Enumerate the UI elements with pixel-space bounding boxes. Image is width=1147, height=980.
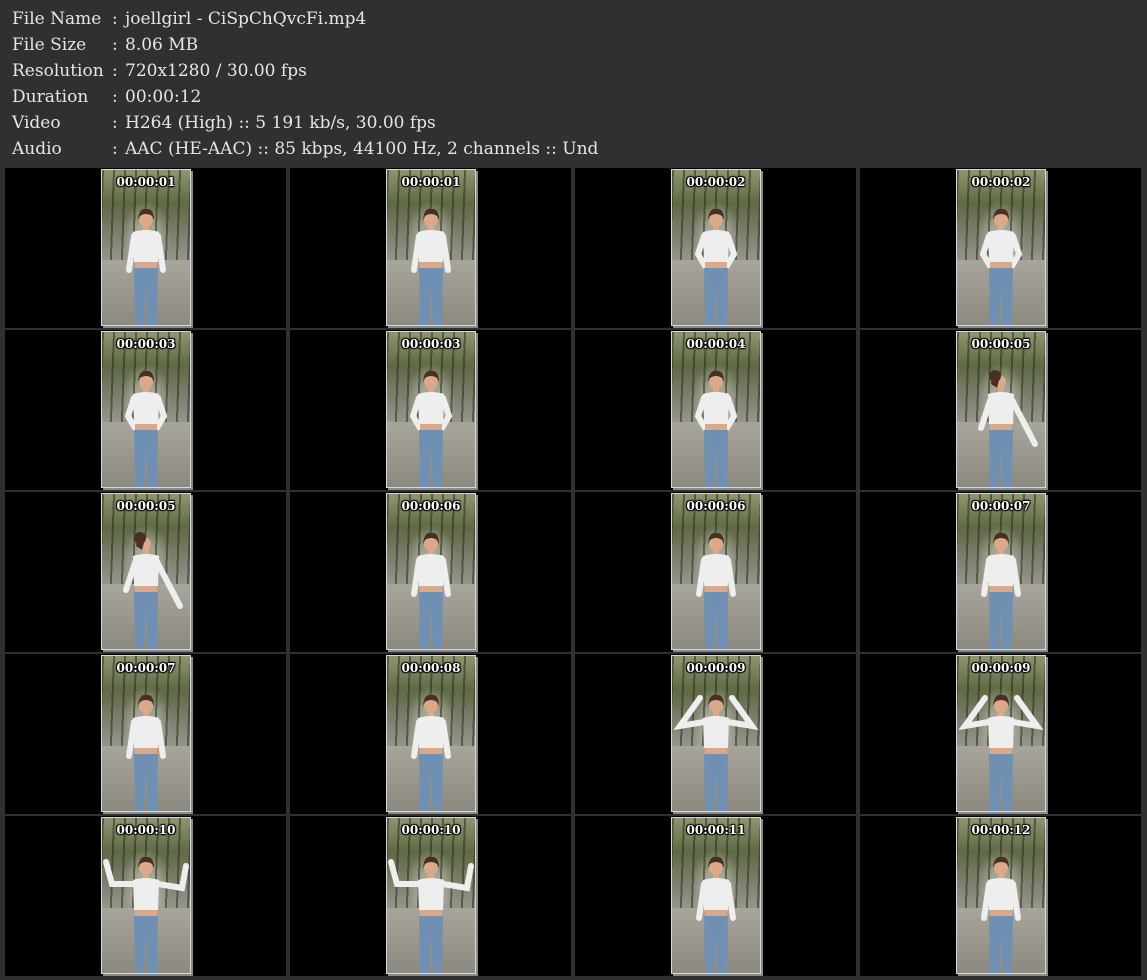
frame-timestamp: 00:00:10: [401, 823, 461, 837]
thumbnail-frame[interactable]: 00:00:04: [671, 331, 761, 488]
info-row: Video: H264 (High) :: 5 191 kb/s, 30.00 f…: [12, 110, 598, 136]
thumbnail-frame[interactable]: 00:00:07: [956, 493, 1046, 650]
info-row: Duration:00:00:12: [12, 84, 598, 110]
info-value: 00:00:12: [125, 87, 202, 107]
frame-timestamp: 00:00:01: [116, 175, 176, 189]
thumbnail-frame[interactable]: 00:00:01: [386, 169, 476, 326]
info-value: 8.06 MB: [125, 35, 199, 55]
thumbnail-frame[interactable]: 00:00:03: [101, 331, 191, 488]
frame-timestamp: 00:00:03: [116, 337, 176, 351]
thumbnail-cell: 00:00:08: [290, 654, 571, 814]
info-row: Audio: AAC (HE-AAC) :: 85 kbps, 44100 Hz,…: [12, 136, 598, 162]
thumbnail-cell: 00:00:02: [860, 168, 1141, 328]
frame-timestamp: 00:00:02: [971, 175, 1031, 189]
thumbnail-cell: 00:00:05: [860, 330, 1141, 490]
thumbnail-frame[interactable]: 00:00:09: [956, 655, 1046, 812]
frame-timestamp: 00:00:07: [971, 499, 1031, 513]
thumbnail-cell: 00:00:11: [575, 816, 856, 976]
info-key: File Size: [12, 35, 87, 55]
frame-timestamp: 00:00:05: [971, 337, 1031, 351]
info-row: Resolution:720x1280 / 30.00 fps: [12, 58, 598, 84]
thumbnail-cell: 00:00:07: [5, 654, 286, 814]
thumbnail-frame[interactable]: 00:00:06: [386, 493, 476, 650]
frame-timestamp: 00:00:01: [401, 175, 461, 189]
thumbnail-cell: 00:00:01: [5, 168, 286, 328]
info-row: File Size:8.06 MB: [12, 32, 598, 58]
thumbnail-cell: 00:00:03: [5, 330, 286, 490]
info-sep: :: [112, 139, 118, 159]
frame-timestamp: 00:00:06: [401, 499, 461, 513]
info-value: AAC (HE-AAC) :: 85 kbps, 44100 Hz, 2 cha…: [125, 139, 599, 159]
info-sep: :: [112, 87, 118, 107]
thumbnail-frame[interactable]: 00:00:05: [101, 493, 191, 650]
frame-timestamp: 00:00:09: [686, 661, 746, 675]
frame-timestamp: 00:00:09: [971, 661, 1031, 675]
thumbnail-cell: 00:00:09: [860, 654, 1141, 814]
thumbnail-cell: 00:00:06: [575, 492, 856, 652]
thumbnail-frame[interactable]: 00:00:06: [671, 493, 761, 650]
frame-timestamp: 00:00:06: [686, 499, 746, 513]
thumbnail-cell: 00:00:04: [575, 330, 856, 490]
thumbnail-cell: 00:00:05: [5, 492, 286, 652]
frame-timestamp: 00:00:04: [686, 337, 746, 351]
info-key: Duration: [12, 87, 89, 107]
thumbnail-frame[interactable]: 00:00:11: [671, 817, 761, 974]
thumbnail-cell: 00:00:10: [290, 816, 571, 976]
frame-timestamp: 00:00:10: [116, 823, 176, 837]
thumbnail-frame[interactable]: 00:00:01: [101, 169, 191, 326]
info-row: File Name: joellgirl - CiSpChQvcFi.mp4: [12, 6, 598, 32]
thumbnail-frame[interactable]: 00:00:09: [671, 655, 761, 812]
frame-timestamp: 00:00:03: [401, 337, 461, 351]
info-key: Video: [12, 113, 61, 133]
info-key: Resolution: [12, 61, 104, 81]
thumbnail-cell: 00:00:01: [290, 168, 571, 328]
frame-timestamp: 00:00:05: [116, 499, 176, 513]
info-key: File Name: [12, 9, 102, 29]
thumbnail-cell: 00:00:06: [290, 492, 571, 652]
thumbnail-frame[interactable]: 00:00:10: [101, 817, 191, 974]
info-sep: :: [112, 61, 118, 81]
thumbnail-frame[interactable]: 00:00:10: [386, 817, 476, 974]
frame-timestamp: 00:00:02: [686, 175, 746, 189]
info-sep: :: [112, 35, 118, 55]
thumbnail-frame[interactable]: 00:00:02: [956, 169, 1046, 326]
info-value: H264 (High) :: 5 191 kb/s, 30.00 fps: [125, 113, 436, 133]
media-info-panel: File Name: joellgirl - CiSpChQvcFi.mp4 Fil…: [12, 6, 598, 162]
frame-timestamp: 00:00:12: [971, 823, 1031, 837]
thumbnail-cell: 00:00:02: [575, 168, 856, 328]
thumbnail-cell: 00:00:10: [5, 816, 286, 976]
info-value: 720x1280 / 30.00 fps: [125, 61, 307, 81]
info-key: Audio: [12, 139, 62, 159]
thumbnail-frame[interactable]: 00:00:08: [386, 655, 476, 812]
frame-timestamp: 00:00:08: [401, 661, 461, 675]
frame-timestamp: 00:00:11: [686, 823, 746, 837]
thumbnail-cell: 00:00:12: [860, 816, 1141, 976]
frame-timestamp: 00:00:07: [116, 661, 176, 675]
thumbnail-cell: 00:00:03: [290, 330, 571, 490]
thumbnail-frame[interactable]: 00:00:02: [671, 169, 761, 326]
thumbnail-cell: 00:00:09: [575, 654, 856, 814]
thumbnail-frame[interactable]: 00:00:07: [101, 655, 191, 812]
thumbnail-frame[interactable]: 00:00:05: [956, 331, 1046, 488]
info-sep: :: [112, 113, 118, 133]
thumbnail-cell: 00:00:07: [860, 492, 1141, 652]
thumbnail-grid: 00:00:01 00:00:01 00:00:02 00:00:02 00:00:03…: [5, 168, 1141, 976]
info-sep: :: [112, 9, 118, 29]
thumbnail-frame[interactable]: 00:00:12: [956, 817, 1046, 974]
thumbnail-frame[interactable]: 00:00:03: [386, 331, 476, 488]
info-value: joellgirl - CiSpChQvcFi.mp4: [125, 9, 367, 29]
